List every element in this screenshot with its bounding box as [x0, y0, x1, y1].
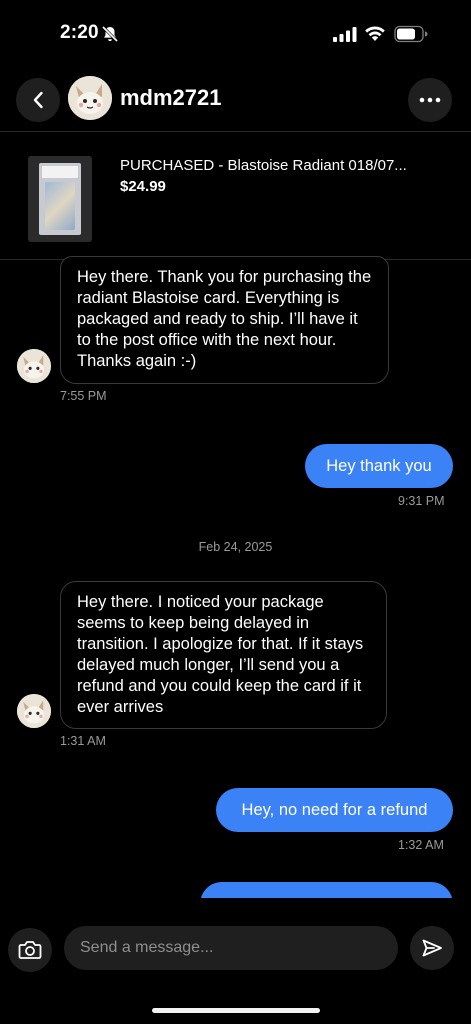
conversation-header: mdm2721 — [0, 72, 471, 128]
more-dots-icon — [419, 97, 441, 103]
silent-bell-icon — [101, 25, 119, 43]
avatar-image — [68, 76, 112, 120]
send-button[interactable] — [410, 926, 454, 970]
message-timestamp: 9:31 PM — [398, 494, 445, 508]
message-input[interactable] — [64, 926, 398, 970]
back-button[interactable] — [16, 78, 60, 122]
outgoing-message[interactable]: Hey, no need for a refund — [216, 788, 453, 832]
message-composer — [0, 898, 471, 1024]
outgoing-message[interactable]: Hey thank you — [305, 444, 453, 488]
avatar-image — [17, 349, 51, 383]
incoming-message[interactable]: Hey there. I noticed your package seems … — [60, 581, 387, 729]
message-text: Hey thank you — [326, 456, 432, 475]
message-text: Hey there. I noticed your package seems … — [77, 593, 364, 716]
message-timestamp: 1:32 AM — [398, 838, 444, 852]
battery-icon — [394, 25, 428, 43]
product-price: $24.99 — [120, 178, 166, 195]
message-timestamp: 7:55 PM — [60, 389, 107, 403]
avatar[interactable] — [68, 76, 112, 120]
home-indicator[interactable] — [152, 1008, 320, 1013]
header-divider — [0, 131, 471, 132]
graded-card-image — [39, 163, 81, 235]
incoming-message[interactable]: Hey there. Thank you for purchasing the … — [60, 256, 389, 384]
conversation-username[interactable]: mdm2721 — [120, 85, 222, 111]
wifi-icon — [365, 26, 385, 41]
avatar-image — [17, 694, 51, 728]
signal-icon — [333, 27, 357, 42]
message-timestamp: 1:31 AM — [60, 734, 106, 748]
camera-button[interactable] — [8, 928, 52, 972]
more-options-button[interactable] — [408, 78, 452, 122]
status-time: 2:20 — [60, 22, 99, 43]
date-separator: Feb 24, 2025 — [198, 540, 273, 554]
back-arrow-icon — [33, 91, 43, 109]
product-title[interactable]: PURCHASED - Blastoise Radiant 018/07... — [120, 157, 407, 174]
sender-avatar[interactable] — [17, 349, 51, 383]
camera-icon — [18, 941, 42, 959]
message-text: Hey, no need for a refund — [241, 800, 428, 819]
status-bar: 2:20 — [0, 0, 471, 66]
send-icon — [422, 939, 442, 957]
product-thumbnail[interactable] — [28, 156, 92, 242]
message-text: Hey there. Thank you for purchasing the … — [77, 268, 372, 370]
sender-avatar[interactable] — [17, 694, 51, 728]
